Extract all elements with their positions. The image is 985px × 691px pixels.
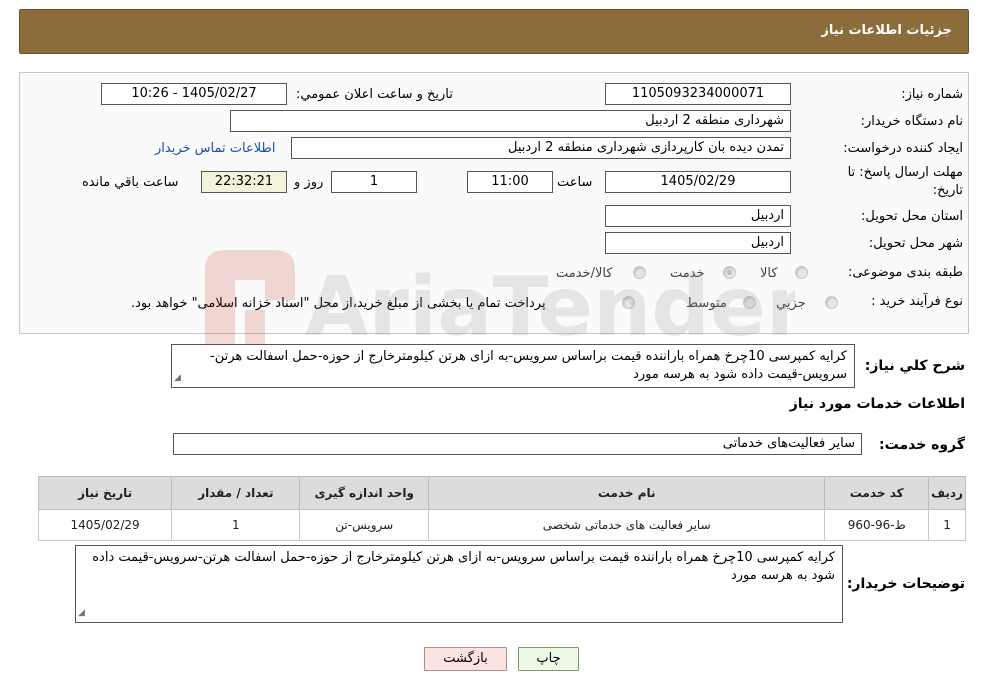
- process-option-minor: جزيي: [776, 296, 806, 311]
- summary-text: کرایه کمپرسی 10چرخ همراه باراننده قیمت ب…: [210, 349, 847, 382]
- process-radio-medium[interactable]: [743, 296, 756, 309]
- cell-service-name: سایر فعالیت های خدماتی شخصی: [428, 509, 826, 541]
- table-row: 1 ط-96-960 سایر فعالیت های خدماتی شخصی س…: [37, 509, 966, 541]
- buyer-org-field[interactable]: شهرداری منطقه 2 اردبیل: [230, 110, 791, 132]
- announce-date-field[interactable]: 1405/02/27 - 10:26: [101, 83, 287, 105]
- summary-label: شرح کلي نياز:: [864, 358, 965, 374]
- buyer-notes-label: توضيحات خريدار:: [846, 576, 965, 592]
- page-title: جزئیات اطلاعات نیاز: [821, 23, 952, 38]
- category-radio-goods[interactable]: [795, 266, 808, 279]
- creator-field[interactable]: تمدن دیده بان کارپردازی شهرداری منطقه 2 …: [291, 137, 791, 159]
- process-radio-minor[interactable]: [825, 296, 838, 309]
- service-group-field[interactable]: سایر فعالیت‌های خدماتی: [173, 433, 862, 455]
- treasury-checkbox[interactable]: [622, 296, 635, 309]
- services-table: رديف کد خدمت نام خدمت واحد اندازه گيری ت…: [37, 476, 966, 541]
- col-header-service-name: نام خدمت: [428, 476, 826, 510]
- col-header-need-date: تاريخ نياز: [37, 476, 173, 510]
- days-label: روز و: [294, 175, 324, 190]
- city-label: شهر محل تحویل:: [868, 236, 963, 251]
- col-header-service-code: کد خدمت: [824, 476, 930, 510]
- print-button[interactable]: چاپ: [518, 647, 579, 671]
- col-header-quantity: تعداد / مقدار: [171, 476, 301, 510]
- process-option-medium: متوسط: [686, 296, 727, 311]
- city-field[interactable]: اردبیل: [605, 232, 791, 254]
- category-radio-goods-service[interactable]: [633, 266, 646, 279]
- deadline-time-label: ساعت: [557, 175, 593, 190]
- resize-handle-icon[interactable]: ◢: [78, 604, 85, 622]
- buyer-notes-textarea[interactable]: کرایه کمپرسی 10چرخ همراه باراننده قیمت ب…: [75, 545, 843, 623]
- creator-label: ايجاد کننده درخواست:: [843, 141, 963, 156]
- category-option-goods-service: کالا/خدمت: [556, 266, 613, 281]
- province-label: استان محل تحویل:: [861, 209, 963, 224]
- cell-service-code: ط-96-960: [824, 509, 930, 541]
- treasury-note: پرداخت تمام يا بخشی از مبلغ خريد،از محل …: [131, 296, 546, 311]
- deadline-time-field[interactable]: 11:00: [467, 171, 553, 193]
- process-type-label: نوع فرآيند خريد :: [871, 294, 963, 309]
- table-header-row: رديف کد خدمت نام خدمت واحد اندازه گيری ت…: [37, 476, 966, 510]
- col-header-unit: واحد اندازه گيری: [299, 476, 430, 510]
- cell-unit: سرویس-تن: [299, 509, 430, 541]
- remaining-time-field: 22:32:21: [201, 171, 287, 193]
- category-option-goods: کالا: [760, 266, 778, 281]
- announce-date-label: تاریخ و ساعت اعلان عمومي:: [296, 87, 453, 102]
- category-label: طبقه بندی موضوعی:: [847, 265, 963, 280]
- days-field[interactable]: 1: [331, 171, 417, 193]
- buyer-notes-text: کرایه کمپرسی 10چرخ همراه باراننده قیمت ب…: [92, 550, 835, 583]
- cell-quantity: 1: [171, 509, 301, 541]
- need-number-field[interactable]: 1105093234000071: [605, 83, 791, 105]
- cell-row-number: 1: [928, 509, 966, 541]
- col-header-row-number: رديف: [928, 476, 966, 510]
- buyer-contact-link[interactable]: اطلاعات تماس خريدار: [155, 141, 275, 156]
- deadline-label: مهلت ارسال پاسخ: تا تاریخ:: [847, 165, 963, 198]
- deadline-date-field[interactable]: 1405/02/29: [605, 171, 791, 193]
- need-number-label: شماره نیاز:: [901, 87, 963, 102]
- province-field[interactable]: اردبیل: [605, 205, 791, 227]
- resize-handle-icon[interactable]: ◢: [174, 369, 181, 387]
- buyer-org-label: نام دستگاه خريدار:: [860, 114, 963, 129]
- remaining-time-label: ساعت باقي مانده: [82, 175, 179, 190]
- category-radio-service[interactable]: [723, 266, 736, 279]
- summary-textarea[interactable]: کرایه کمپرسی 10چرخ همراه باراننده قیمت ب…: [171, 344, 855, 388]
- service-group-label: گروه خدمت:: [879, 437, 965, 453]
- category-option-service: خدمت: [670, 266, 705, 281]
- cell-need-date: 1405/02/29: [37, 509, 173, 541]
- services-section-title: اطلاعات خدمات مورد نياز: [789, 396, 965, 412]
- page-header: جزئیات اطلاعات نیاز: [19, 9, 969, 54]
- back-button[interactable]: بازگشت: [424, 647, 507, 671]
